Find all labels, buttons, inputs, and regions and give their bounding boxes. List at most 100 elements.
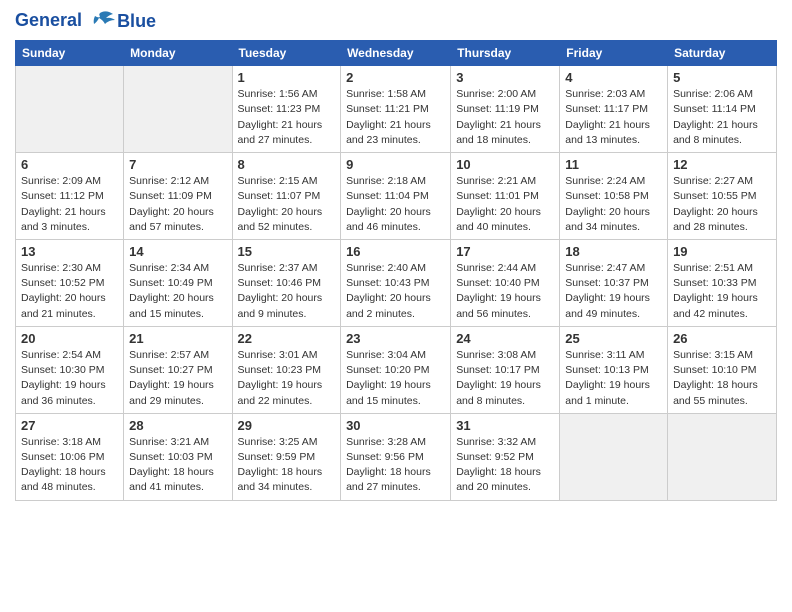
calendar-day-cell: 22 Sunrise: 3:01 AM Sunset: 10:23 PM Dayl… — [232, 326, 341, 413]
day-number: 7 — [129, 157, 226, 172]
day-number: 25 — [565, 331, 662, 346]
calendar-day-cell: 25 Sunrise: 3:11 AM Sunset: 10:13 PM Dayl… — [560, 326, 668, 413]
day-number: 4 — [565, 70, 662, 85]
day-number: 14 — [129, 244, 226, 259]
day-info: Sunrise: 2:47 AM Sunset: 10:37 PM Daylig… — [565, 261, 662, 322]
calendar-body: 1 Sunrise: 1:56 AM Sunset: 11:23 PM Dayli… — [16, 66, 777, 500]
day-info: Sunrise: 3:21 AM Sunset: 10:03 PM Daylig… — [129, 435, 226, 496]
day-number: 28 — [129, 418, 226, 433]
day-info: Sunrise: 2:54 AM Sunset: 10:30 PM Daylig… — [21, 348, 118, 409]
weekday-header-thursday: Thursday — [451, 41, 560, 66]
calendar-day-cell — [560, 413, 668, 500]
day-info: Sunrise: 1:56 AM Sunset: 11:23 PM Daylig… — [238, 87, 336, 148]
calendar-day-cell — [124, 66, 232, 153]
calendar-day-cell: 29 Sunrise: 3:25 AM Sunset: 9:59 PM Dayli… — [232, 413, 341, 500]
day-info: Sunrise: 2:21 AM Sunset: 11:01 PM Daylig… — [456, 174, 554, 235]
calendar-table: SundayMondayTuesdayWednesdayThursdayFrid… — [15, 40, 777, 500]
day-info: Sunrise: 3:11 AM Sunset: 10:13 PM Daylig… — [565, 348, 662, 409]
calendar-day-cell: 7 Sunrise: 2:12 AM Sunset: 11:09 PM Dayli… — [124, 153, 232, 240]
day-number: 9 — [346, 157, 445, 172]
calendar-week-row: 20 Sunrise: 2:54 AM Sunset: 10:30 PM Dayl… — [16, 326, 777, 413]
weekday-header-sunday: Sunday — [16, 41, 124, 66]
day-info: Sunrise: 3:25 AM Sunset: 9:59 PM Dayligh… — [238, 435, 336, 496]
day-info: Sunrise: 2:18 AM Sunset: 11:04 PM Daylig… — [346, 174, 445, 235]
calendar-day-cell: 21 Sunrise: 2:57 AM Sunset: 10:27 PM Dayl… — [124, 326, 232, 413]
day-number: 31 — [456, 418, 554, 433]
calendar-day-cell: 20 Sunrise: 2:54 AM Sunset: 10:30 PM Dayl… — [16, 326, 124, 413]
calendar-day-cell: 3Sunrise: 2:00 AM Sunset: 11:19 PM Dayli… — [451, 66, 560, 153]
calendar-day-cell: 14 Sunrise: 2:34 AM Sunset: 10:49 PM Dayl… — [124, 240, 232, 327]
calendar-day-cell: 23 Sunrise: 3:04 AM Sunset: 10:20 PM Dayl… — [341, 326, 451, 413]
logo-bird-icon — [89, 10, 115, 32]
calendar-day-cell: 26Sunrise: 3:15 AM Sunset: 10:10 PM Dayl… — [668, 326, 777, 413]
day-info: Sunrise: 2:24 AM Sunset: 10:58 PM Daylig… — [565, 174, 662, 235]
calendar-day-cell: 17Sunrise: 2:44 AM Sunset: 10:40 PM Dayl… — [451, 240, 560, 327]
day-number: 29 — [238, 418, 336, 433]
calendar-day-cell: 24 Sunrise: 3:08 AM Sunset: 10:17 PM Dayl… — [451, 326, 560, 413]
day-info: Sunrise: 2:03 AM Sunset: 11:17 PM Daylig… — [565, 87, 662, 148]
calendar-day-cell — [16, 66, 124, 153]
day-info: Sunrise: 2:51 AM Sunset: 10:33 PM Daylig… — [673, 261, 771, 322]
calendar-week-row: 1 Sunrise: 1:56 AM Sunset: 11:23 PM Dayli… — [16, 66, 777, 153]
day-info: Sunrise: 1:58 AM Sunset: 11:21 PM Daylig… — [346, 87, 445, 148]
calendar-week-row: 6 Sunrise: 2:09 AM Sunset: 11:12 PM Dayli… — [16, 153, 777, 240]
weekday-header-row: SundayMondayTuesdayWednesdayThursdayFrid… — [16, 41, 777, 66]
day-number: 3 — [456, 70, 554, 85]
day-info: Sunrise: 3:04 AM Sunset: 10:20 PM Daylig… — [346, 348, 445, 409]
day-number: 12 — [673, 157, 771, 172]
day-info: Sunrise: 2:57 AM Sunset: 10:27 PM Daylig… — [129, 348, 226, 409]
day-info: Sunrise: 3:01 AM Sunset: 10:23 PM Daylig… — [238, 348, 336, 409]
weekday-header-tuesday: Tuesday — [232, 41, 341, 66]
weekday-header-wednesday: Wednesday — [341, 41, 451, 66]
day-info: Sunrise: 2:34 AM Sunset: 10:49 PM Daylig… — [129, 261, 226, 322]
day-number: 20 — [21, 331, 118, 346]
day-info: Sunrise: 2:30 AM Sunset: 10:52 PM Daylig… — [21, 261, 118, 322]
calendar-day-cell: 27 Sunrise: 3:18 AM Sunset: 10:06 PM Dayl… — [16, 413, 124, 500]
day-info: Sunrise: 3:28 AM Sunset: 9:56 PM Dayligh… — [346, 435, 445, 496]
calendar-day-cell: 6 Sunrise: 2:09 AM Sunset: 11:12 PM Dayli… — [16, 153, 124, 240]
calendar-day-cell: 9 Sunrise: 2:18 AM Sunset: 11:04 PM Dayli… — [341, 153, 451, 240]
day-number: 15 — [238, 244, 336, 259]
day-number: 1 — [238, 70, 336, 85]
calendar-day-cell: 19Sunrise: 2:51 AM Sunset: 10:33 PM Dayl… — [668, 240, 777, 327]
day-info: Sunrise: 3:08 AM Sunset: 10:17 PM Daylig… — [456, 348, 554, 409]
calendar-day-cell: 4 Sunrise: 2:03 AM Sunset: 11:17 PM Dayli… — [560, 66, 668, 153]
calendar-day-cell: 5Sunrise: 2:06 AM Sunset: 11:14 PM Dayli… — [668, 66, 777, 153]
calendar-day-cell: 31Sunrise: 3:32 AM Sunset: 9:52 PM Dayli… — [451, 413, 560, 500]
day-info: Sunrise: 3:15 AM Sunset: 10:10 PM Daylig… — [673, 348, 771, 409]
day-info: Sunrise: 2:15 AM Sunset: 11:07 PM Daylig… — [238, 174, 336, 235]
day-info: Sunrise: 2:37 AM Sunset: 10:46 PM Daylig… — [238, 261, 336, 322]
weekday-header-saturday: Saturday — [668, 41, 777, 66]
day-info: Sunrise: 3:18 AM Sunset: 10:06 PM Daylig… — [21, 435, 118, 496]
calendar-day-cell: 12 Sunrise: 2:27 AM Sunset: 10:55 PM Dayl… — [668, 153, 777, 240]
calendar-day-cell — [668, 413, 777, 500]
calendar-day-cell: 2Sunrise: 1:58 AM Sunset: 11:21 PM Dayli… — [341, 66, 451, 153]
page-header: General Blue — [15, 10, 777, 32]
day-info: Sunrise: 2:40 AM Sunset: 10:43 PM Daylig… — [346, 261, 445, 322]
day-number: 24 — [456, 331, 554, 346]
calendar-week-row: 13 Sunrise: 2:30 AM Sunset: 10:52 PM Dayl… — [16, 240, 777, 327]
day-number: 22 — [238, 331, 336, 346]
calendar-day-cell: 10 Sunrise: 2:21 AM Sunset: 11:01 PM Dayl… — [451, 153, 560, 240]
day-number: 23 — [346, 331, 445, 346]
calendar-day-cell: 15 Sunrise: 2:37 AM Sunset: 10:46 PM Dayl… — [232, 240, 341, 327]
logo-text: General — [15, 10, 115, 32]
day-number: 16 — [346, 244, 445, 259]
day-number: 5 — [673, 70, 771, 85]
day-info: Sunrise: 2:27 AM Sunset: 10:55 PM Daylig… — [673, 174, 771, 235]
day-info: Sunrise: 2:09 AM Sunset: 11:12 PM Daylig… — [21, 174, 118, 235]
calendar-day-cell: 1 Sunrise: 1:56 AM Sunset: 11:23 PM Dayli… — [232, 66, 341, 153]
day-number: 21 — [129, 331, 226, 346]
day-info: Sunrise: 2:12 AM Sunset: 11:09 PM Daylig… — [129, 174, 226, 235]
calendar-day-cell: 28 Sunrise: 3:21 AM Sunset: 10:03 PM Dayl… — [124, 413, 232, 500]
calendar-week-row: 27 Sunrise: 3:18 AM Sunset: 10:06 PM Dayl… — [16, 413, 777, 500]
calendar-day-cell: 18Sunrise: 2:47 AM Sunset: 10:37 PM Dayl… — [560, 240, 668, 327]
day-number: 10 — [456, 157, 554, 172]
day-number: 13 — [21, 244, 118, 259]
logo-blue: Blue — [117, 11, 156, 32]
day-number: 27 — [21, 418, 118, 433]
calendar-day-cell: 8Sunrise: 2:15 AM Sunset: 11:07 PM Dayli… — [232, 153, 341, 240]
day-number: 11 — [565, 157, 662, 172]
day-number: 6 — [21, 157, 118, 172]
logo: General Blue — [15, 10, 156, 32]
